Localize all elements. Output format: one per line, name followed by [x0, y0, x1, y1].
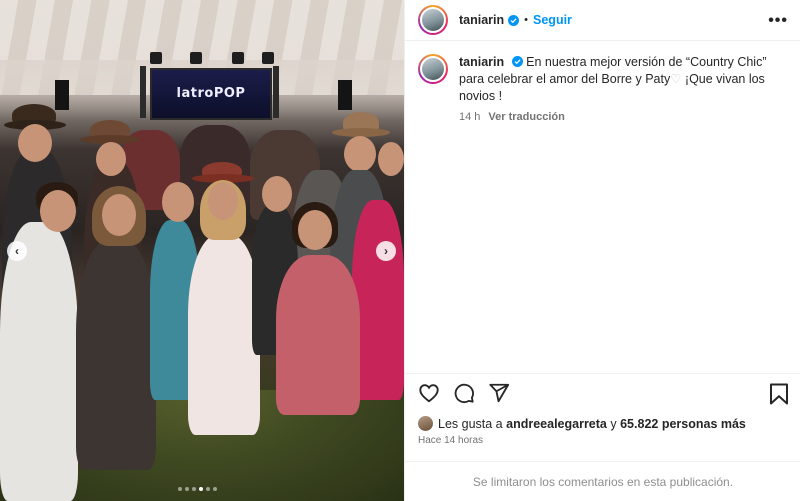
guest-white-floral-dress — [188, 235, 260, 435]
heart-emoji: ♡ — [670, 72, 682, 86]
separator-dot: • — [524, 14, 529, 26]
post-details-panel: taniarin • Seguir ••• taniarin En nuestr… — [404, 0, 800, 501]
likes-prefix: Les gusta a — [438, 416, 503, 431]
stage-light — [190, 52, 202, 64]
carousel-dot — [213, 487, 217, 491]
face — [40, 190, 76, 232]
chevron-left-icon: ‹ — [15, 244, 19, 258]
post-caption: taniarin En nuestra mejor versión de “Co… — [405, 41, 800, 126]
stage-light — [262, 52, 274, 64]
post-photo[interactable]: latroPOP ‹ › — [0, 0, 404, 501]
post-timestamp[interactable]: Hace 14 horas — [418, 435, 483, 446]
bookmark-icon[interactable] — [769, 383, 789, 405]
comment-icon[interactable] — [453, 382, 475, 404]
post-header: taniarin • Seguir ••• — [405, 0, 800, 41]
caption-body: taniarin En nuestra mejor versión de “Co… — [459, 54, 787, 126]
face — [96, 142, 126, 176]
face — [298, 210, 332, 250]
stage-truss — [140, 66, 146, 118]
carousel-dot-active — [199, 487, 203, 491]
face — [162, 182, 194, 222]
verified-badge-icon — [511, 56, 523, 67]
stage-light — [150, 52, 162, 64]
face — [378, 142, 404, 176]
caption-username[interactable]: taniarin — [459, 55, 504, 69]
guest-white-shirt — [0, 222, 78, 501]
caption-avatar[interactable] — [418, 54, 448, 84]
action-bar — [405, 373, 800, 412]
more-options-icon[interactable]: ••• — [768, 12, 788, 30]
caption-age: 14 h — [459, 111, 481, 123]
likes-summary: Les gusta a andreealegarreta y 65.822 pe… — [418, 416, 746, 431]
heart-icon[interactable] — [418, 382, 440, 404]
author-avatar[interactable] — [418, 5, 448, 35]
avatar-image — [420, 56, 446, 82]
face — [344, 136, 376, 172]
stage-truss — [273, 66, 279, 118]
guest-floral-dress — [76, 240, 156, 470]
guest-pink-floral-dress — [276, 255, 360, 415]
likes-mid: y — [610, 416, 617, 431]
avatar-image — [420, 7, 446, 33]
share-icon[interactable] — [488, 382, 510, 404]
next-slide-button[interactable]: › — [376, 241, 396, 261]
carousel-dot — [206, 487, 210, 491]
carousel-dot — [185, 487, 189, 491]
speaker — [338, 80, 352, 110]
chevron-right-icon: › — [384, 244, 388, 258]
author-username[interactable]: taniarin — [459, 13, 504, 27]
carousel-dots — [178, 487, 217, 491]
stage-screen: latroPOP — [150, 68, 272, 120]
follow-button[interactable]: Seguir — [533, 13, 572, 27]
translate-link[interactable]: Ver traducción — [488, 111, 564, 123]
caption-meta: 14 h Ver traducción — [459, 109, 787, 126]
face — [262, 176, 292, 212]
verified-badge-icon — [508, 14, 520, 26]
face — [102, 194, 136, 236]
carousel-dot — [192, 487, 196, 491]
previous-slide-button[interactable]: ‹ — [7, 241, 27, 261]
liker-avatar[interactable] — [418, 416, 433, 431]
likes-count[interactable]: 65.822 personas más — [620, 417, 746, 431]
liker-username[interactable]: andreealegarreta — [506, 417, 607, 431]
instagram-post-view: latroPOP ‹ › taniarin • Seguir ••• tania… — [0, 0, 800, 501]
comments-disabled-notice: Se limitaron los comentarios en esta pub… — [405, 461, 800, 501]
stage-light — [232, 52, 244, 64]
carousel-dot — [178, 487, 182, 491]
face — [208, 182, 238, 220]
face — [18, 124, 52, 162]
speaker — [55, 80, 69, 110]
stage-screen-text: latroPOP — [176, 86, 246, 101]
